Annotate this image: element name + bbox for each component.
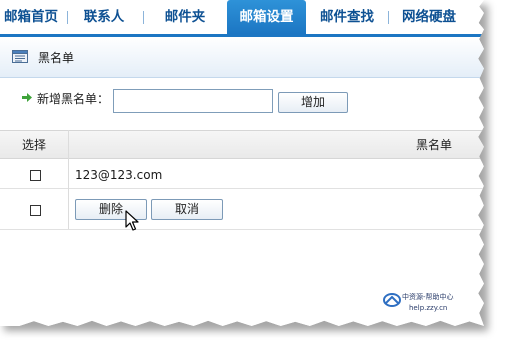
cancel-button[interactable]: 取消 <box>151 199 223 220</box>
row-divider <box>0 188 484 189</box>
tab-mailbox-home[interactable]: 邮箱首页 <box>0 0 62 34</box>
arrow-right-icon <box>22 93 32 102</box>
torn-paper-frame: 邮箱首页 联系人 邮件夹 邮箱设置 邮件查找 网络硬盘 黑名单 新增黑名单： 增… <box>0 0 484 326</box>
section-title: 黑名单 <box>38 51 75 65</box>
table-header <box>0 130 484 159</box>
nav-separator <box>67 11 68 24</box>
column-header-select: 选择 <box>22 138 47 152</box>
top-nav: 邮箱首页 联系人 邮件夹 邮箱设置 邮件查找 网络硬盘 <box>0 0 484 34</box>
add-button[interactable]: 增加 <box>278 92 348 113</box>
blacklist-email: 123@123.com <box>75 168 163 182</box>
tab-mailbox-settings[interactable]: 邮箱设置 <box>227 0 306 34</box>
tab-contacts[interactable]: 联系人 <box>73 0 135 34</box>
section-header: 黑名单 <box>0 37 484 78</box>
add-blacklist-input[interactable] <box>113 89 273 113</box>
nav-separator <box>143 11 144 24</box>
column-separator <box>68 130 69 229</box>
watermark-logo-icon <box>383 293 401 307</box>
mouse-cursor-icon <box>125 210 139 231</box>
add-blacklist-label: 新增黑名单： <box>37 92 110 106</box>
select-all-checkbox[interactable] <box>30 205 41 216</box>
row-checkbox[interactable] <box>30 170 41 181</box>
tab-network-disk[interactable]: 网络硬盘 <box>394 0 464 34</box>
column-header-blacklist: 黑名单 <box>416 138 453 152</box>
tab-folders[interactable]: 邮件夹 <box>152 0 218 34</box>
nav-separator <box>388 11 389 24</box>
watermark-line1: 中资源-帮助中心 <box>402 293 454 301</box>
list-icon <box>12 50 28 63</box>
tab-mail-search[interactable]: 邮件查找 <box>312 0 382 34</box>
watermark-line2: help.zzy.cn <box>409 304 448 312</box>
